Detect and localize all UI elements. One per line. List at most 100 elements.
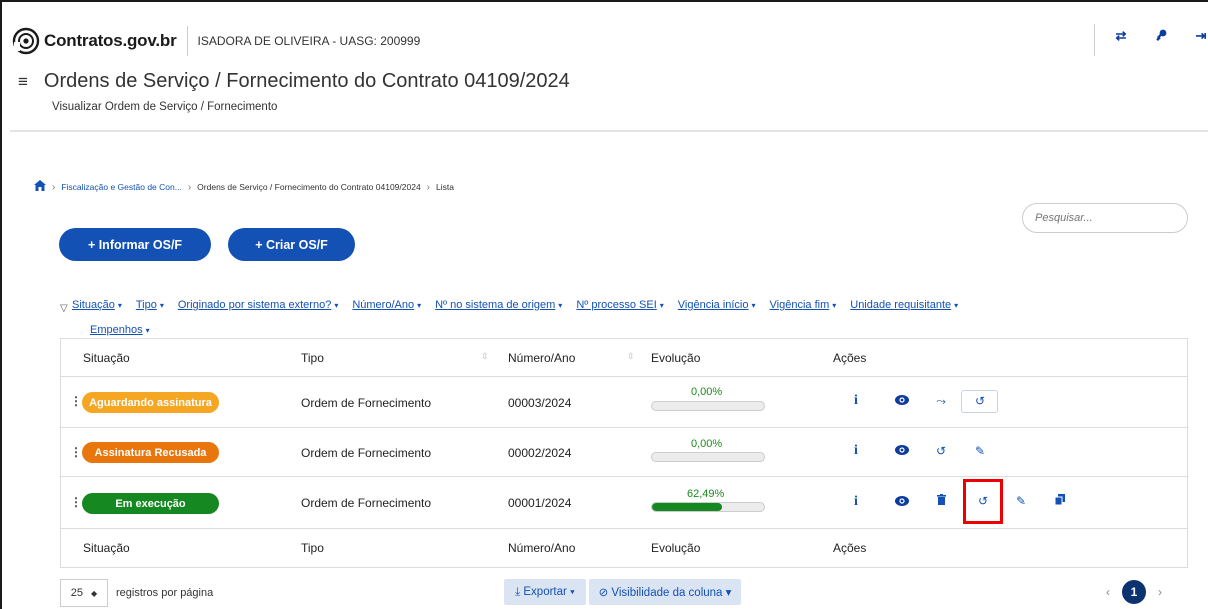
table-row: ⋮ Aguardando assinatura Ordem de Forneci… [61, 377, 1187, 428]
page-subtitle: Visualizar Ordem de Serviço / Fornecimen… [52, 101, 278, 113]
home-icon[interactable] [34, 180, 46, 194]
caret-down-icon: ▾ [117, 301, 122, 310]
page-title: Ordens de Serviço / Fornecimento do Cont… [43, 70, 570, 92]
search-input[interactable] [1022, 203, 1188, 233]
filter-vigencia-inicio[interactable]: Vigência início ▾ [678, 293, 756, 318]
history-icon[interactable]: ↺ [932, 444, 950, 458]
filter-label: Vigência início [677, 299, 749, 311]
export-button[interactable]: ⤓ Exportar ▾ [504, 579, 586, 605]
brand-logo-icon [12, 27, 40, 55]
logo[interactable]: Contratos.gov.br [12, 27, 177, 55]
history-icon[interactable]: ↺ [974, 494, 992, 508]
row-menu-icon[interactable]: ⋮ [70, 394, 82, 408]
breadcrumb-item-fiscalizacao[interactable]: Fiscalização e Gestão de Con... [61, 182, 181, 192]
filter-processo-sei[interactable]: Nº processo SEI ▾ [576, 293, 663, 318]
page-1-button[interactable]: 1 [1122, 580, 1146, 604]
key-icon[interactable] [1154, 29, 1168, 44]
filter-vigencia-fim[interactable]: Vigência fim ▾ [770, 293, 837, 318]
chevron-right-icon: › [187, 181, 192, 193]
copy-icon[interactable] [1051, 494, 1069, 508]
select-arrows-icon: ◆ [91, 588, 98, 598]
table-header-row: Situação Tipo ⇳ Número/Ano ⇳ Evolução Aç… [61, 339, 1187, 377]
info-icon[interactable]: i [847, 494, 865, 510]
caret-down-icon: ▾ [659, 301, 664, 310]
row-tipo: Ordem de Fornecimento [301, 496, 432, 510]
table-row: ⋮ Em execução Ordem de Fornecimento 0000… [61, 477, 1187, 529]
progress-bar [651, 401, 765, 411]
sort-icon[interactable]: ⇳ [627, 351, 635, 362]
pagination: ‹ 1 › [1106, 580, 1162, 604]
title-row: ≡ Ordens de Serviço / Fornecimento do Co… [18, 70, 570, 93]
filter-numero-ano[interactable]: Número/Ano ▾ [352, 293, 421, 318]
info-icon[interactable]: i [847, 393, 865, 409]
filter-label: Nº no sistema de origem [435, 299, 556, 311]
view-eye-icon[interactable] [893, 394, 911, 408]
hamburger-menu-icon[interactable]: ≡ [18, 72, 28, 92]
filter-tipo[interactable]: Tipo ▾ [136, 293, 164, 318]
edit-document-icon[interactable]: ✎ [1012, 494, 1030, 508]
next-page-button[interactable]: › [1158, 585, 1162, 599]
trash-icon[interactable] [932, 494, 950, 508]
caret-down-icon: ▾ [832, 301, 837, 310]
chevron-right-icon: › [426, 181, 431, 193]
caret-down-icon: ▾ [954, 301, 959, 310]
criar-osf-label: + Criar OS/F [255, 237, 328, 252]
per-page-control: 25 ◆ registros por página [60, 579, 213, 607]
row-menu-icon[interactable]: ⋮ [70, 495, 82, 509]
col-header-situacao[interactable]: Situação [83, 351, 130, 365]
caret-down-icon: ▾ [334, 301, 339, 310]
filter-unidade-requisitante[interactable]: Unidade requisitante ▾ [850, 293, 958, 318]
progress-bar [651, 452, 765, 462]
breadcrumb: › Fiscalização e Gestão de Con... › Orde… [34, 180, 454, 194]
filter-label: Empenhos [90, 324, 143, 336]
informar-osf-label: + Informar OS/F [87, 237, 183, 252]
col-header-acoes: Ações [833, 351, 867, 365]
filter-situacao[interactable]: Situação ▾ [72, 293, 122, 318]
col-header-evolucao[interactable]: Evolução [651, 351, 700, 365]
filter-label: Unidade requisitante [850, 299, 952, 311]
caret-down-icon: ▾ [751, 301, 756, 310]
col-footer-acoes: Ações [833, 541, 867, 555]
orders-table: Situação Tipo ⇳ Número/Ano ⇳ Evolução Aç… [60, 338, 1188, 568]
logout-icon[interactable]: ⇥ [1194, 28, 1208, 44]
filter-label: Originado por sistema externo? [177, 299, 332, 311]
progress-label: 62,49% [687, 488, 725, 500]
filter-label: Nº processo SEI [576, 299, 657, 311]
filter-icon: ▽ [60, 303, 68, 314]
filter-label: Situação [72, 299, 115, 311]
filter-originado-externo[interactable]: Originado por sistema externo? ▾ [178, 293, 338, 318]
col-footer-tipo: Tipo [301, 541, 324, 555]
breadcrumb-item-ordens[interactable]: Ordens de Serviço / Fornecimento do Cont… [197, 182, 421, 192]
progress-label: 0,00% [691, 386, 723, 398]
history-icon[interactable]: ↺ [971, 394, 989, 408]
row-menu-icon[interactable]: ⋮ [70, 445, 82, 459]
progress-bar [651, 502, 765, 512]
column-visibility-button[interactable]: ⊘ Visibilidade da coluna ▾ [589, 579, 741, 605]
header-divider-line [10, 130, 1208, 132]
informar-osf-button[interactable]: + Informar OS/F [59, 228, 211, 261]
edit-icon[interactable]: ✎ [971, 444, 989, 458]
filter-numero-origem[interactable]: Nº no sistema de origem ▾ [435, 293, 562, 318]
col-footer-situacao: Situação [83, 541, 130, 555]
col-header-tipo[interactable]: Tipo [301, 351, 324, 365]
header-actions-divider [1094, 24, 1095, 56]
criar-osf-button[interactable]: + Criar OS/F [228, 228, 355, 261]
top-bar: Contratos.gov.br ISADORA DE OLIVEIRA - U… [12, 24, 420, 58]
table-row: ⋮ Assinatura Recusada Ordem de Fornecime… [61, 428, 1187, 477]
view-eye-icon[interactable] [893, 444, 911, 458]
row-tipo: Ordem de Fornecimento [301, 396, 432, 410]
per-page-select[interactable]: 25 ◆ [60, 579, 108, 607]
prev-page-button[interactable]: ‹ [1106, 585, 1110, 599]
status-badge: Em execução [82, 493, 219, 514]
col-header-numero[interactable]: Número/Ano [508, 351, 575, 365]
caret-down-icon: ▾ [159, 301, 164, 310]
sort-icon[interactable]: ⇳ [481, 351, 489, 362]
col-footer-evolucao: Evolução [651, 541, 701, 555]
trend-icon[interactable]: ⤳ [932, 394, 950, 409]
view-eye-icon[interactable] [893, 495, 911, 509]
row-numero: 00002/2024 [508, 446, 572, 460]
chevron-right-icon: › [52, 181, 56, 193]
info-icon[interactable]: i [847, 443, 865, 459]
swap-icon[interactable]: ⇄ [1114, 28, 1128, 44]
row-numero: 00001/2024 [508, 496, 572, 510]
